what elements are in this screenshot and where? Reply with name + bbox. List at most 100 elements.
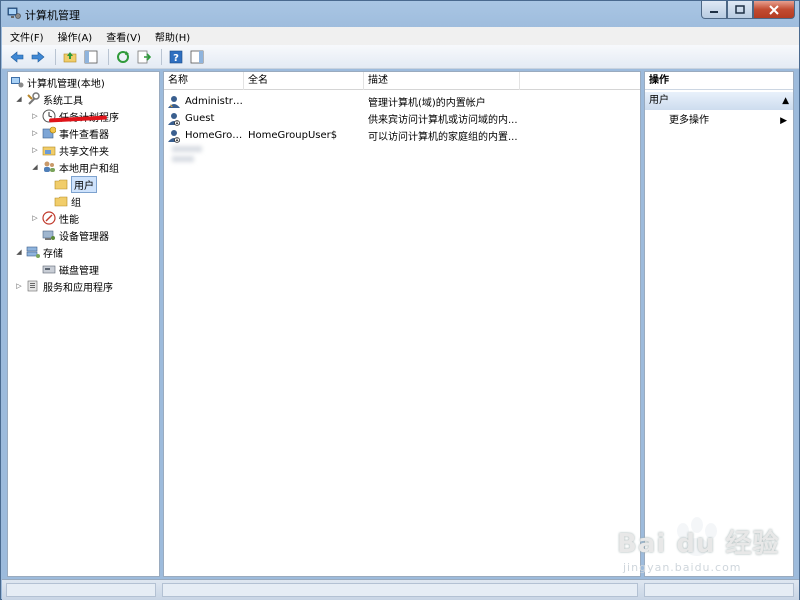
blurred-row <box>172 156 194 162</box>
tree-label: 磁盘管理 <box>59 265 99 277</box>
list-header: 名称 全名 描述 <box>164 72 640 90</box>
tree-label: 计算机管理(本地) <box>27 78 105 90</box>
cell-description: 可以访问计算机的家庭组的内置... <box>368 132 518 143</box>
cell-name: HomeGrou... <box>185 130 246 141</box>
tree-label: 性能 <box>59 214 79 226</box>
window-title: 计算机管理 <box>25 9 80 22</box>
expanded-triangle-icon[interactable]: ◢ <box>14 247 24 257</box>
minimize-icon <box>710 10 718 13</box>
tree-label: 事件查看器 <box>59 129 109 141</box>
more-actions-label: 更多操作 <box>669 115 709 126</box>
users-list-view[interactable]: 名称 全名 描述 Administrat... 管理计算机(域)的内置帐户 Gu… <box>163 71 641 577</box>
tools-icon <box>27 92 40 105</box>
status-segment <box>6 583 156 597</box>
back-arrow-icon <box>10 50 24 63</box>
help-icon: ? <box>169 50 183 64</box>
collapsed-triangle-icon[interactable]: ▷ <box>30 145 40 155</box>
computer-management-icon <box>11 77 24 88</box>
forward-button[interactable] <box>29 48 47 66</box>
tree-item-local-users-groups[interactable]: ◢ 本地用户和组 <box>30 159 119 175</box>
export-list-button[interactable] <box>135 48 153 66</box>
tree-item-system-tools[interactable]: ◢ 系统工具 <box>14 91 83 107</box>
tree-label: 设备管理器 <box>59 231 109 243</box>
device-manager-icon <box>42 230 55 240</box>
collapsed-triangle-icon[interactable]: ▷ <box>30 213 40 223</box>
column-header-fullname[interactable]: 全名 <box>244 72 364 90</box>
event-viewer-icon <box>42 126 56 139</box>
maximize-icon <box>735 5 745 14</box>
tree-item-disk-management[interactable]: 磁盘管理 <box>42 261 99 277</box>
tree-item-services-apps[interactable]: ▷ 服务和应用程序 <box>14 278 113 294</box>
expanded-triangle-icon[interactable]: ◢ <box>14 94 24 104</box>
watermark-url: jingyan.baidu.com <box>623 561 742 574</box>
user-account-disabled-icon <box>168 112 180 126</box>
help-button[interactable]: ? <box>167 48 185 66</box>
table-row[interactable]: Administrat... 管理计算机(域)的内置帐户 <box>164 93 640 110</box>
svg-text:?: ? <box>173 53 179 64</box>
tree-label: 组 <box>71 197 81 209</box>
actions-pane: 操作 用户 ▲ 更多操作 ▶ <box>644 71 794 577</box>
collapsed-triangle-icon[interactable]: ▷ <box>30 128 40 138</box>
disk-icon <box>42 265 56 274</box>
tree-item-groups[interactable]: 组 <box>54 193 81 209</box>
menu-action[interactable]: 操作(A) <box>58 29 93 44</box>
table-row[interactable]: Guest 供来宾访问计算机或访问域的内... <box>164 110 640 127</box>
menu-help[interactable]: 帮助(H) <box>155 29 190 44</box>
forward-arrow-icon <box>31 50 45 63</box>
maximize-button[interactable] <box>727 1 753 19</box>
close-button[interactable] <box>753 1 795 19</box>
collapse-triangle-icon[interactable]: ▲ <box>782 92 789 110</box>
computer-management-window: 计算机管理 文件(F) 操作(A) 查看(V) 帮助(H) ? 计算机管理(本地… <box>0 0 800 600</box>
more-actions-item[interactable]: 更多操作 ▶ <box>669 113 789 129</box>
menu-view[interactable]: 查看(V) <box>106 29 141 44</box>
back-button[interactable] <box>8 48 26 66</box>
tree-label: 本地用户和组 <box>59 163 119 175</box>
folder-up-icon <box>63 51 77 62</box>
tree-label: 存储 <box>43 248 63 260</box>
tree-item-shared-folders[interactable]: ▷ 共享文件夹 <box>30 142 109 158</box>
toolbar-separator <box>161 48 162 65</box>
actions-section-users[interactable]: 用户 ▲ <box>645 92 793 110</box>
tree-label: 系统工具 <box>43 95 83 107</box>
menu-file[interactable]: 文件(F) <box>10 29 44 44</box>
services-icon <box>27 280 38 292</box>
column-header-description[interactable]: 描述 <box>364 72 520 90</box>
tree-item-device-manager[interactable]: 设备管理器 <box>42 227 109 243</box>
toolbar: ? <box>2 45 799 69</box>
storage-icon <box>26 246 40 258</box>
cell-fullname: HomeGroupUser$ <box>248 130 338 141</box>
expanded-triangle-icon[interactable]: ◢ <box>30 162 40 172</box>
column-header-name[interactable]: 名称 <box>164 72 244 90</box>
cell-description: 管理计算机(域)的内置帐户 <box>368 98 486 109</box>
action-pane-icon <box>190 50 204 63</box>
submenu-arrow-icon: ▶ <box>780 116 787 126</box>
tree-label: 用户 <box>71 175 97 193</box>
collapsed-triangle-icon[interactable]: ▷ <box>14 281 24 291</box>
collapsed-triangle-icon[interactable]: ▷ <box>30 111 40 121</box>
computer-management-icon <box>7 7 21 19</box>
actions-header: 操作 <box>645 72 793 90</box>
performance-icon <box>42 211 56 225</box>
table-row[interactable]: HomeGrou... HomeGroupUser$ 可以访问计算机的家庭组的内… <box>164 127 640 144</box>
up-one-level-button[interactable] <box>61 48 79 66</box>
tree-label: 服务和应用程序 <box>43 282 113 294</box>
console-tree[interactable]: 计算机管理(本地) ◢ 系统工具 ▷ 任务计划程序 ▷ 事件查看器 ▷ 共享文件… <box>7 71 160 577</box>
blurred-row <box>172 146 202 152</box>
title-bar[interactable]: 计算机管理 <box>1 1 800 27</box>
tree-item-performance[interactable]: ▷ 性能 <box>30 210 79 226</box>
tree-item-storage[interactable]: ◢ 存储 <box>14 244 63 260</box>
users-group-icon <box>44 161 55 172</box>
minimize-button[interactable] <box>701 1 727 19</box>
refresh-button[interactable] <box>114 48 132 66</box>
cell-name: Administrat... <box>185 96 246 107</box>
close-icon <box>769 4 779 15</box>
tree-item-users[interactable]: 用户 <box>54 175 97 193</box>
tree-item-event-viewer[interactable]: ▷ 事件查看器 <box>30 125 109 141</box>
tree-item-root[interactable]: 计算机管理(本地) <box>10 74 105 90</box>
console-tree-icon <box>84 50 98 63</box>
show-hide-action-pane-button[interactable] <box>188 48 206 66</box>
refresh-icon <box>117 50 129 63</box>
show-hide-console-tree-button[interactable] <box>82 48 100 66</box>
status-segment <box>162 583 638 597</box>
actions-section-label: 用户 <box>649 95 669 106</box>
